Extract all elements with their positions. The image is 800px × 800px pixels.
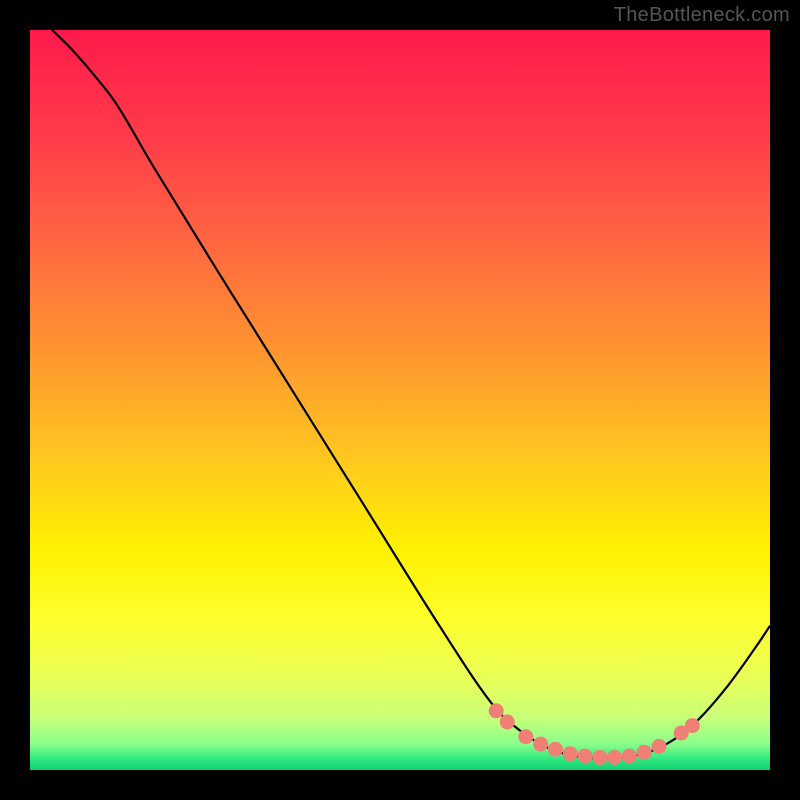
marker-dot: [563, 746, 578, 761]
marker-dot: [548, 742, 563, 757]
marker-dot: [622, 748, 637, 763]
marker-dot: [489, 703, 504, 718]
marker-dot: [533, 737, 548, 752]
marker-dot: [500, 714, 515, 729]
marker-dot: [518, 729, 533, 744]
marker-dot: [652, 739, 667, 754]
attribution-text: TheBottleneck.com: [614, 4, 790, 27]
marker-dot: [637, 745, 652, 760]
marker-dot: [607, 750, 622, 765]
marker-dot: [685, 718, 700, 733]
optimum-markers: [489, 703, 700, 765]
marker-dot: [592, 750, 607, 765]
chart-markers-layer: [30, 30, 770, 770]
chart-area: [30, 30, 770, 770]
marker-dot: [578, 748, 593, 763]
